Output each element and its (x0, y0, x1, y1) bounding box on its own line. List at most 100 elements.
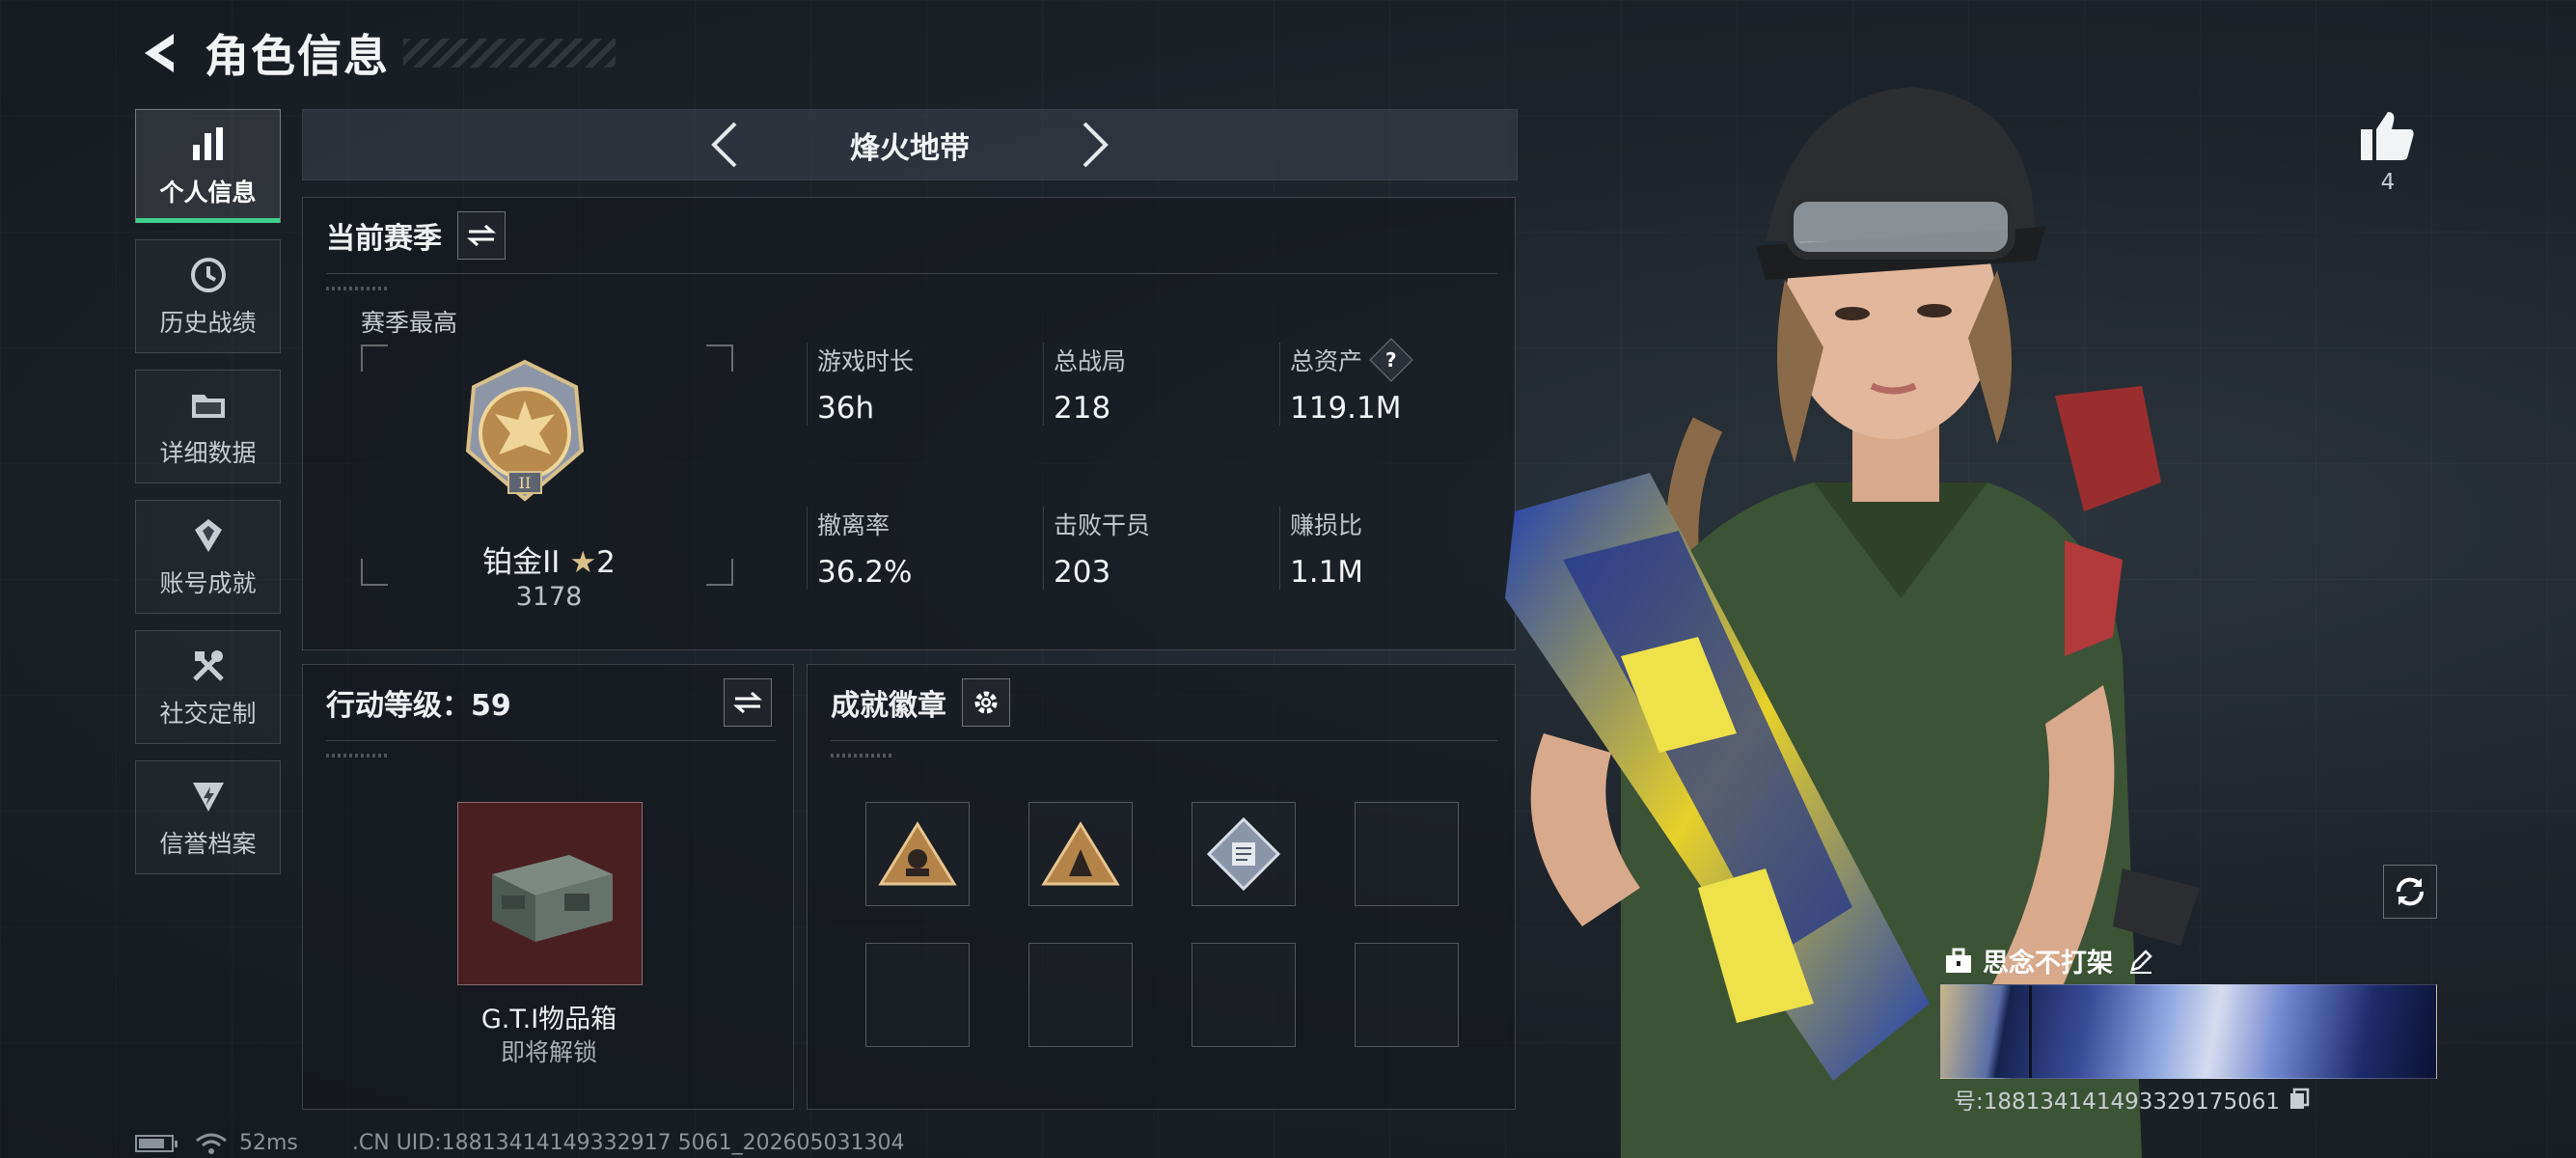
achievements-panel: 成就徽章 (807, 664, 1516, 1110)
swap-icon (733, 691, 762, 714)
badge-slot-empty[interactable] (1355, 802, 1459, 906)
badge-slot-empty[interactable] (1028, 943, 1133, 1047)
achievement-icon (187, 514, 230, 557)
credit-icon (187, 775, 230, 817)
edit-name-button[interactable] (2126, 947, 2155, 976)
badge-slot-empty[interactable] (1192, 943, 1296, 1047)
pyramid-badge-icon (878, 821, 957, 886)
briefcase-icon (1946, 948, 1971, 973)
page-title: 角色信息 (205, 30, 390, 82)
mode-selector: 烽火地带 (302, 109, 1518, 180)
badge-slot[interactable] (1192, 802, 1296, 906)
refresh-button[interactable] (2383, 865, 2437, 919)
season-best-label: 赛季最高 (361, 309, 458, 337)
divider (326, 740, 776, 741)
back-arrow-icon (145, 34, 174, 72)
sidebar-item-detail-data[interactable]: 详细数据 (135, 370, 281, 483)
season-switch-button[interactable] (457, 211, 506, 260)
crate-icon (492, 855, 613, 942)
divider (326, 273, 1497, 274)
help-icon: ? (1385, 347, 1397, 372)
copy-icon[interactable] (2288, 1088, 2311, 1111)
thumbs-up-icon (2361, 112, 2414, 160)
uid-text: 号:1881341414933291750​61 (1954, 1089, 2281, 1115)
sidebar: 个人信息 历史战绩 详细数据 账号成就 社交定制 信誉档案 (135, 109, 283, 891)
stat-label: 总战局 (1054, 347, 1127, 375)
rank-stars: 2 (596, 545, 616, 580)
frame-corner (361, 559, 388, 586)
ping-value: 52ms (239, 1131, 298, 1155)
chevron-right-icon (1082, 122, 1109, 168)
sidebar-item-credit-record[interactable]: 信誉档案 (135, 760, 281, 874)
history-icon (187, 254, 230, 296)
action-level-switch-button[interactable] (724, 678, 772, 727)
sidebar-item-account-achievements[interactable]: 账号成就 (135, 500, 281, 614)
like-button[interactable] (2354, 101, 2422, 169)
swap-icon (467, 224, 496, 247)
gear-icon (974, 691, 998, 714)
season-panel-title: 当前赛季 (326, 222, 442, 256)
decor-dash (326, 287, 388, 290)
stat-value: 36h (817, 391, 875, 426)
rank-name: 铂金II ★2 (399, 538, 699, 581)
nameplate-art (2029, 985, 2032, 1078)
frame-corner (706, 345, 733, 372)
stat-value: 36.2% (817, 555, 913, 590)
stat-operators-defeated: 击败干员 203 (1043, 507, 1275, 590)
nameplate-card[interactable] (1939, 984, 2437, 1079)
player-nameplate: 思念不打架 (1944, 942, 2155, 979)
footer-uid: .CN UID:18813414149332917 5061_202605031… (351, 1131, 905, 1155)
divider (831, 740, 1497, 741)
help-button[interactable]: ? (1369, 338, 1413, 382)
battery-icon (135, 1134, 178, 1152)
stat-extract-rate: 撤离率 36.2% (807, 507, 1039, 590)
sidebar-item-label: 个人信息 (159, 179, 257, 207)
wifi-icon (196, 1133, 227, 1154)
sidebar-item-social-custom[interactable]: 社交定制 (135, 630, 281, 744)
frame-corner (361, 345, 388, 372)
frame-corner (706, 559, 733, 586)
player-name: 思念不打架 (1983, 949, 2113, 979)
sidebar-item-history[interactable]: 历史战绩 (135, 239, 281, 353)
reward-status: 即将解锁 (500, 1038, 597, 1066)
stat-label: 撤离率 (817, 511, 891, 539)
stat-value: 218 (1054, 391, 1111, 426)
svg-text:II: II (519, 474, 532, 492)
title-decoration (403, 39, 616, 68)
mode-title: 烽火地带 (850, 130, 970, 166)
achievements-title: 成就徽章 (831, 689, 946, 723)
refresh-icon (2396, 877, 2425, 906)
diamond-badge-icon (1206, 816, 1281, 892)
season-panel-header: 当前赛季 (326, 211, 506, 260)
reward-item-box[interactable] (457, 802, 643, 985)
back-button[interactable] (135, 28, 185, 78)
badge-slot-empty[interactable] (865, 943, 970, 1047)
pencil-icon (2130, 949, 2152, 974)
stat-value: 203 (1054, 555, 1111, 590)
bar-chart-icon (187, 124, 230, 166)
badge-slot[interactable] (1028, 802, 1133, 906)
season-panel: 当前赛季 赛季最高 II 铂金II ★2 3178 游戏时长 36h 总战局 2… (302, 197, 1516, 650)
pyramid-badge-icon (1041, 821, 1120, 886)
mode-prev-button[interactable] (696, 116, 754, 174)
sidebar-item-label: 详细数据 (159, 439, 257, 467)
page-header: 角色信息 (135, 21, 616, 85)
action-level-header: 行动等级：59 (326, 678, 772, 727)
mode-next-button[interactable] (1066, 116, 1124, 174)
sidebar-item-label: 账号成就 (159, 569, 257, 597)
stat-play-time: 游戏时长 36h (807, 343, 1039, 426)
stat-label: 游戏时长 (817, 347, 915, 375)
achievements-settings-button[interactable] (962, 678, 1010, 727)
stat-label: 击败干员 (1054, 511, 1151, 539)
sidebar-item-personal-info[interactable]: 个人信息 (135, 109, 281, 223)
folder-icon (187, 384, 230, 427)
action-level-title: 行动等级：59 (326, 689, 511, 723)
stat-label-text: 总资产 (1290, 347, 1363, 375)
sidebar-item-label: 信誉档案 (159, 830, 257, 858)
badge-slot[interactable] (865, 802, 970, 906)
rank-tier: 铂金II (482, 545, 561, 580)
stat-total-matches: 总战局 218 (1043, 343, 1275, 426)
status-footer: 52ms .CN UID:18813414149332917 5061_2026… (135, 1131, 905, 1155)
badge-slot-empty[interactable] (1355, 943, 1459, 1047)
rank-emblem-icon: II (465, 359, 585, 502)
